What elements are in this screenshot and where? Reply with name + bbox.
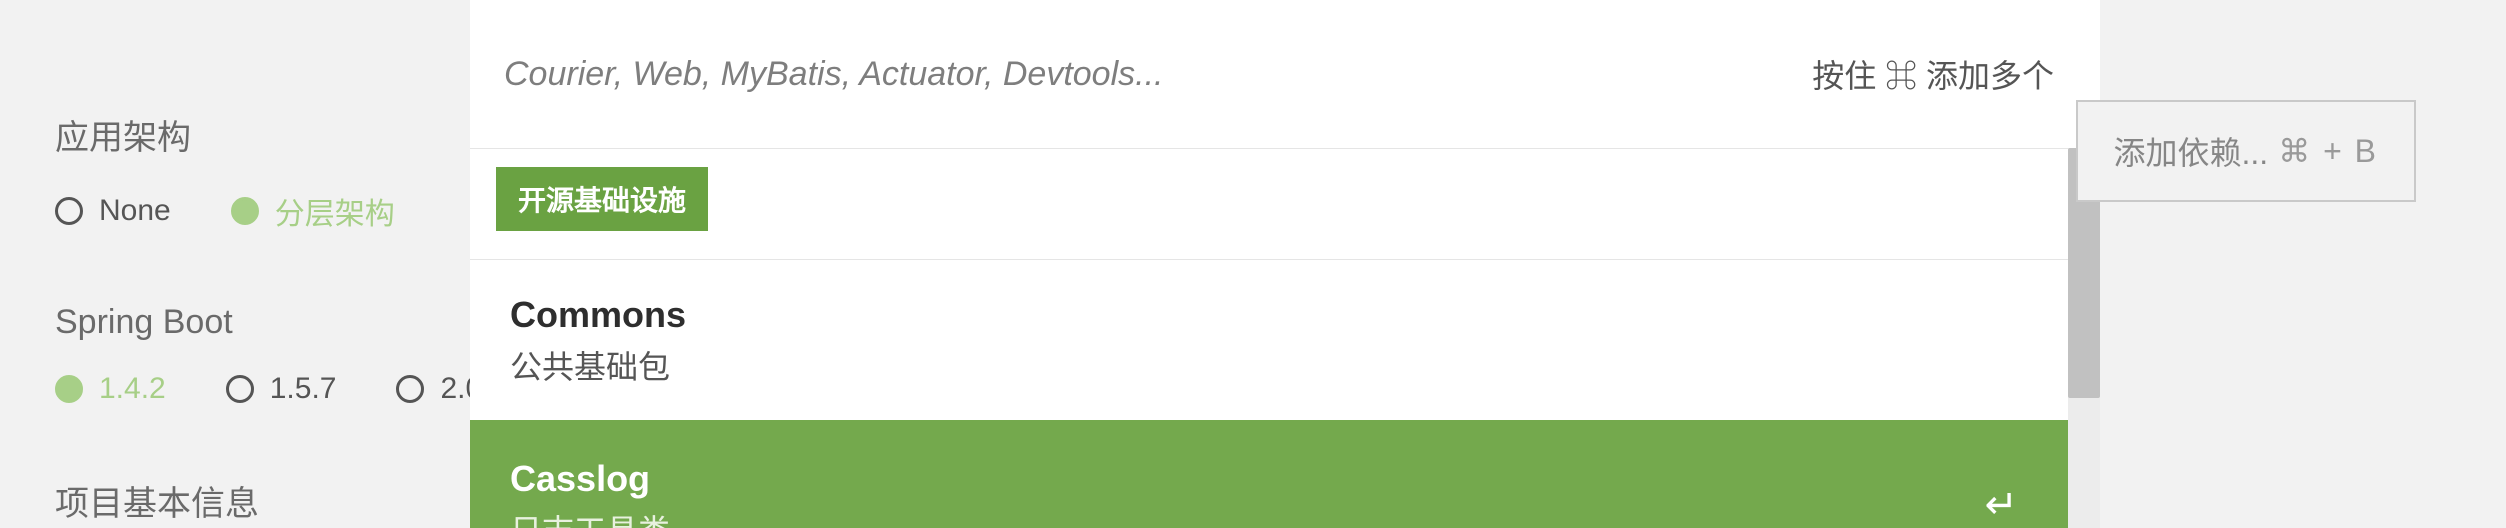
radio-icon (396, 375, 424, 403)
radio-icon (55, 197, 83, 225)
scrollbar-track[interactable] (2068, 148, 2100, 528)
radio-label: 分层架构 (275, 189, 395, 233)
radio-label: 1.5.7 (270, 372, 337, 406)
arch-section-label: 应用架构 (55, 110, 470, 159)
search-input[interactable]: Courier, Web, MyBatis, Actuator, Devtool… (504, 55, 1163, 94)
radio-icon (55, 375, 83, 403)
radio-icon (226, 375, 254, 403)
spring-radio-row: 1.4.2 1.5.7 2.0 (55, 372, 470, 406)
dependency-item-text: Casslog 日志工具类 (510, 458, 670, 528)
search-hint: 按住 ⌘ 添加多个 (1812, 51, 2054, 97)
dependency-search-bar[interactable]: Courier, Web, MyBatis, Actuator, Devtool… (470, 0, 2100, 148)
spring-section-label: Spring Boot (55, 303, 470, 342)
dependency-item-desc: 公共基础包 (510, 342, 2028, 388)
dependency-item-title: Casslog (510, 458, 670, 500)
arch-radio-row: None 分层架构 (55, 189, 470, 233)
basic-info-label: 项目基本信息 (55, 476, 470, 525)
dependency-item-casslog[interactable]: Casslog 日志工具类 ↵ (470, 420, 2068, 528)
enter-icon: ↵ (1984, 482, 2028, 528)
radio-icon (231, 197, 259, 225)
left-form: 应用架构 None 分层架构 Spring Boot 1.4.2 1.5.7 (0, 0, 470, 528)
category-badge: 开源基础设施 (496, 167, 708, 231)
dependency-item-desc: 日志工具类 (510, 506, 670, 528)
add-dependency-shortcut: ⌘ + B (2278, 132, 2378, 170)
category-header: 开源基础设施 (470, 148, 2100, 260)
add-dependency-label: 添加依赖... (2114, 128, 2269, 174)
dependency-item-title: Commons (510, 294, 2028, 336)
spring-option-142[interactable]: 1.4.2 (55, 372, 166, 406)
arch-option-layered[interactable]: 分层架构 (231, 189, 395, 233)
radio-label: 1.4.2 (99, 372, 166, 406)
arch-option-none[interactable]: None (55, 194, 171, 228)
radio-label: None (99, 194, 171, 228)
spring-option-157[interactable]: 1.5.7 (226, 372, 337, 406)
add-dependency-button[interactable]: 添加依赖... ⌘ + B (2076, 100, 2417, 202)
dependency-item-commons[interactable]: Commons 公共基础包 (470, 260, 2068, 420)
